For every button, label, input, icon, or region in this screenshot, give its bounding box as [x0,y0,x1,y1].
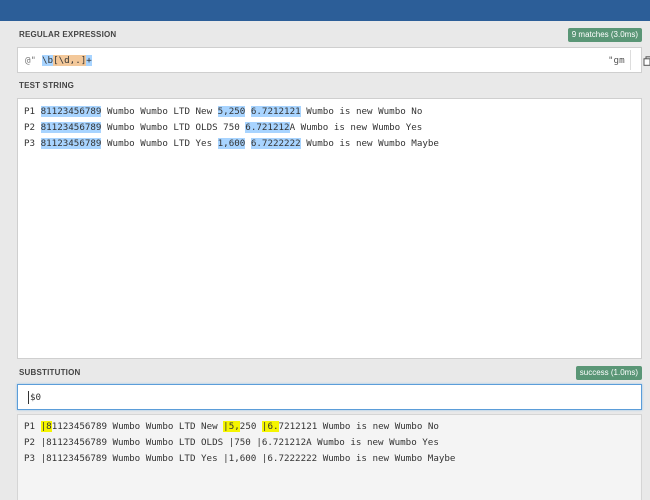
regex-input[interactable]: @" \b[\d,.]+ "gm [17,47,650,73]
match-highlight: 6.7222222 [250,138,301,149]
test-string-section-label: TEST STRING [19,81,75,90]
match-highlight: 81123456789 [40,106,102,117]
substitution-value: $0 [30,392,42,403]
test-string-line: P3 81123456789 Wumbo Wumbo LTD Yes 1,600… [24,138,439,149]
insert-highlight: |8 [40,421,52,432]
flags-divider [630,50,631,70]
insert-highlight: |6. [261,421,279,432]
top-bar [0,0,650,21]
text-caret [28,391,29,404]
result-line: P1 |81123456789 Wumbo Wumbo LTD New |5,2… [24,421,439,432]
match-highlight: 1,600 [217,138,246,149]
match-highlight: 81123456789 [40,138,102,149]
regex-delimiter-open: @" [25,55,37,66]
substitution-input[interactable]: $0 [17,384,642,410]
substitution-section-label: SUBSTITUTION [19,368,81,377]
match-highlight: 6.721212 [245,122,290,133]
regex-token-quantifier: + [86,55,92,66]
test-string-editor[interactable]: P1 81123456789 Wumbo Wumbo LTD New 5,250… [17,98,642,359]
substitution-result: P1 |81123456789 Wumbo Wumbo LTD New |5,2… [17,414,642,500]
insert-highlight: |5, [223,421,240,432]
test-string-line: P1 81123456789 Wumbo Wumbo LTD New 5,250… [24,106,423,117]
regex-token-word-boundary: \b [42,55,54,66]
result-line: P2 |81123456789 Wumbo Wumbo LTD OLDS |75… [24,437,439,448]
regex-token-char-class: [\d,.] [53,55,87,66]
substitution-status-badge: success (1.0ms) [575,366,642,380]
regex-section-label: REGULAR EXPRESSION [19,30,117,39]
match-count-badge: 9 matches (3.0ms) [567,28,642,42]
regex-pattern[interactable]: \b[\d,.]+ [42,55,92,66]
match-highlight: 5,250 [217,106,246,117]
copy-icon[interactable] [643,56,650,66]
match-highlight: 6.7212121 [250,106,301,117]
regex-flags[interactable]: "gm [608,55,625,66]
result-line: P3 |81123456789 Wumbo Wumbo LTD Yes |1,6… [24,453,456,464]
test-string-line: P2 81123456789 Wumbo Wumbo LTD OLDS 750 … [24,122,423,133]
match-highlight: 81123456789 [40,122,102,133]
